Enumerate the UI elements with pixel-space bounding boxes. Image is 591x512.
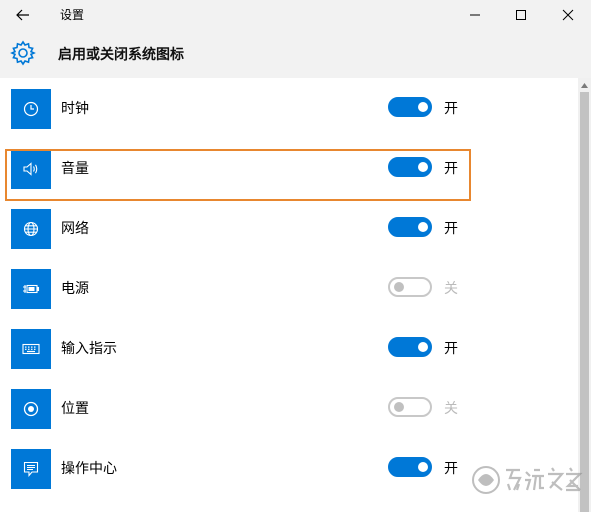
keyboard-icon [11,329,51,369]
scroll-up-button[interactable] [578,78,591,92]
minimize-button[interactable] [452,0,498,30]
toggle-knob [418,102,428,112]
toggle-knob [418,462,428,472]
toggle-knob [418,222,428,232]
list-item-power: 电源 关 [0,258,578,318]
item-label: 时钟 [61,101,89,117]
toggle-state: 开 [444,461,458,477]
volume-icon [11,149,51,189]
clock-icon [11,89,51,129]
app-title: 设置 [60,8,85,22]
maximize-button[interactable] [498,0,544,30]
location-icon [11,389,51,429]
toggle-knob [418,162,428,172]
close-icon [562,9,574,21]
chevron-up-icon [581,82,588,88]
toggle-knob [394,282,404,292]
toggle-knob [418,342,428,352]
toggle-state: 关 [444,401,458,417]
item-label: 输入指示 [61,341,117,357]
back-arrow-icon [16,9,29,21]
volume-toggle[interactable] [388,157,432,177]
page-title: 启用或关闭系统图标 [58,47,184,63]
toggle-state: 关 [444,281,458,297]
close-button[interactable] [545,0,591,30]
toggle-state: 开 [444,161,458,177]
item-label: 位置 [61,401,89,417]
input-indicator-toggle[interactable] [388,337,432,357]
gear-icon [10,40,36,66]
minimize-icon [470,14,480,16]
list-item-action-center: 操作中心 开 [0,438,578,498]
list-item-location: 位置 关 [0,378,578,438]
item-label: 音量 [61,161,89,177]
location-toggle[interactable] [388,397,432,417]
list-item-input-indicator: 输入指示 开 [0,318,578,378]
clock-toggle[interactable] [388,97,432,117]
page-header: 启用或关闭系统图标 [0,30,591,78]
toggle-state: 开 [444,341,458,357]
item-label: 网络 [61,221,89,237]
toggle-state: 开 [444,221,458,237]
power-toggle[interactable] [388,277,432,297]
list-item-network: 网络 开 [0,198,578,258]
item-label: 操作中心 [61,461,117,477]
title-bar: 设置 [0,0,591,30]
list-item-clock: 时钟 开 [0,78,578,138]
toggle-state: 开 [444,101,458,117]
network-icon [11,209,51,249]
list-item-volume: 音量 开 [0,138,578,198]
scrollbar-thumb[interactable] [580,92,589,512]
vertical-scrollbar[interactable] [578,78,591,512]
back-button[interactable] [0,0,46,30]
action-center-toggle[interactable] [388,457,432,477]
item-label: 电源 [61,281,89,297]
system-icons-list: 时钟 开 音量 开 网络 开 电源 关 输入指示 开 位置 关 操作中心 开 [0,78,578,512]
maximize-icon [516,10,526,20]
toggle-knob [394,402,404,412]
network-toggle[interactable] [388,217,432,237]
power-icon [11,269,51,309]
action-center-icon [11,449,51,489]
